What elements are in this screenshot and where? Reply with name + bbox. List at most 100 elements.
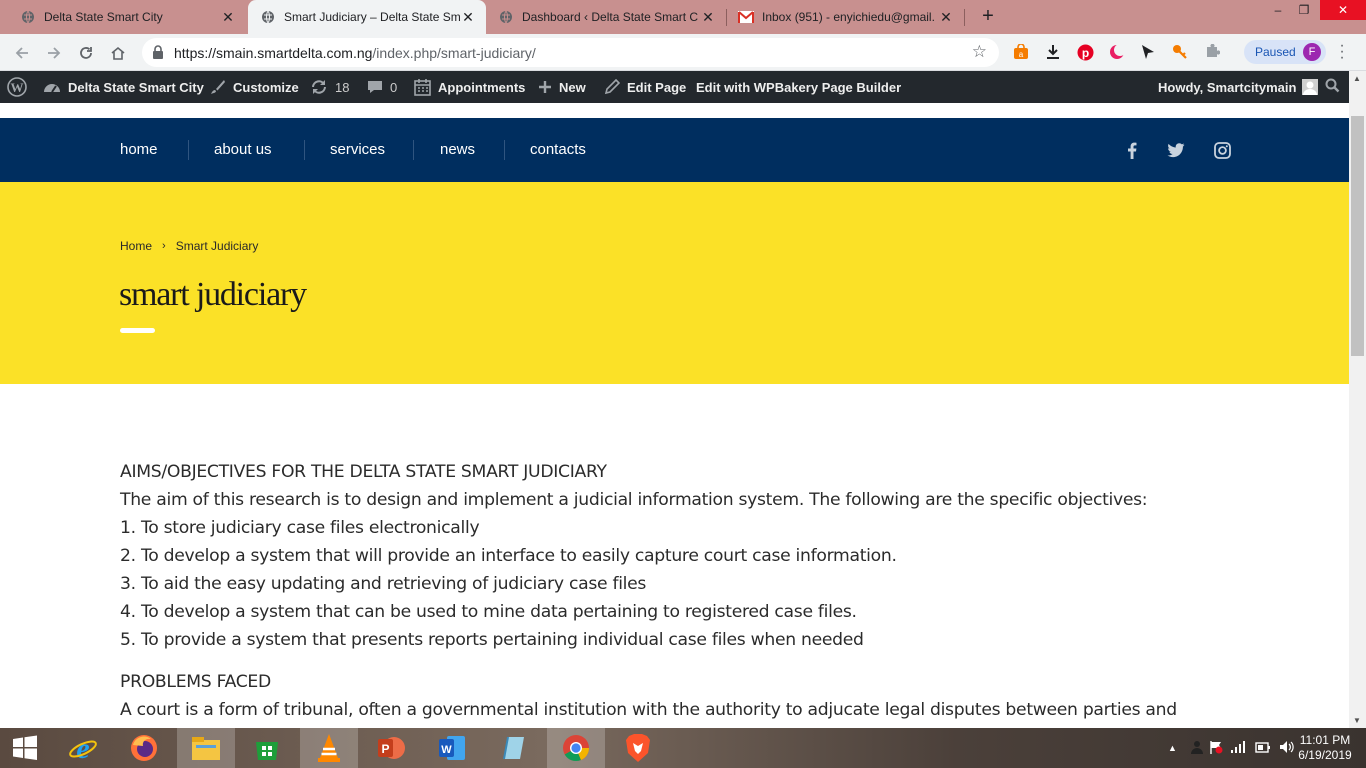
dashboard-gauge-icon (43, 79, 61, 95)
globe-icon (498, 9, 514, 25)
forward-button[interactable] (43, 42, 65, 64)
nav-services[interactable]: services (330, 118, 385, 182)
arrow-right-icon (48, 47, 61, 59)
instagram-icon[interactable] (1212, 140, 1232, 160)
site-name-menu[interactable]: Delta State Smart City (43, 71, 204, 103)
more-menu-icon[interactable]: · · · (1337, 38, 1347, 66)
updates-link[interactable]: 18 (310, 71, 349, 103)
title-underline (120, 328, 155, 333)
user-avatar (1302, 79, 1319, 95)
windows-taskbar: e P W ▲ 11:01 PM 6/19/2019 (0, 728, 1366, 768)
flag-notification-icon[interactable] (1209, 740, 1223, 757)
close-tab-icon[interactable]: ✕ (460, 9, 476, 26)
tab-dashboard[interactable]: Dashboard ‹ Delta State Smart C ✕ (486, 0, 726, 34)
taskbar-file-explorer-icon[interactable] (177, 728, 235, 768)
customize-link[interactable]: Customize (210, 71, 299, 103)
address-bar[interactable]: https://smain.smartdelta.com.ng/index.ph… (142, 38, 999, 67)
reload-icon (80, 47, 92, 59)
tab-delta-state-smart-city[interactable]: Delta State Smart City ✕ (0, 0, 246, 34)
lock-icon[interactable] (152, 45, 164, 64)
nav-contacts[interactable]: contacts (530, 118, 586, 182)
taskbar-store-icon[interactable] (238, 728, 296, 768)
nav-divider (413, 140, 414, 160)
breadcrumb-home-link[interactable]: Home (120, 239, 152, 253)
bookmark-star-icon[interactable]: ☆ (972, 42, 987, 62)
vertical-scrollbar[interactable]: ▲ ▼ (1349, 71, 1366, 728)
comments-link[interactable]: 0 (367, 71, 397, 103)
tab-gmail-inbox[interactable]: Inbox (951) - enyichiedu@gmail. ✕ (726, 0, 964, 34)
taskbar-firefox-icon[interactable] (115, 728, 173, 768)
taskbar-powerpoint-icon[interactable]: P (362, 728, 420, 768)
problems-heading: PROBLEMS FACED (120, 672, 271, 692)
svg-text:p: p (1081, 46, 1088, 60)
svg-text:P: P (381, 742, 389, 756)
edit-page-label: Edit Page (627, 79, 687, 95)
scrollbar-thumb[interactable] (1351, 116, 1364, 356)
facebook-icon[interactable] (1122, 140, 1142, 160)
svg-text:W: W (11, 80, 24, 95)
new-content-menu[interactable]: New (538, 71, 586, 103)
dark-mode-extension-icon[interactable] (1108, 43, 1126, 61)
profile-avatar: F (1303, 43, 1321, 61)
search-icon (1325, 78, 1340, 96)
twitter-icon[interactable] (1166, 140, 1186, 160)
site-name-label: Delta State Smart City (68, 79, 204, 95)
show-hidden-icons-icon[interactable]: ▲ (1168, 743, 1177, 753)
arrow-left-icon (15, 47, 28, 59)
tab-smart-judiciary[interactable]: Smart Judiciary – Delta State Sma ✕ (248, 0, 486, 34)
minimize-button[interactable]: – (1266, 0, 1290, 20)
scroll-up-arrow-icon[interactable]: ▲ (1353, 74, 1361, 83)
new-tab-button[interactable]: + (976, 5, 1000, 29)
back-button[interactable] (11, 42, 33, 64)
breadcrumb: Home › Smart Judiciary (120, 239, 258, 253)
nav-home[interactable]: home (120, 118, 158, 182)
start-button[interactable] (0, 728, 50, 768)
taskbar-vlc-icon[interactable] (300, 728, 358, 768)
url-path: /index.php/smart-judiciary/ (372, 45, 536, 61)
page-header-banner: Home › Smart Judiciary smart judiciary (0, 182, 1349, 384)
svg-text:W: W (441, 744, 452, 756)
people-icon[interactable] (1190, 740, 1203, 757)
objective-item: 2. To develop a system that will provide… (120, 546, 897, 566)
site-navigation: home about us services news contacts (0, 118, 1349, 182)
reload-button[interactable] (75, 42, 97, 64)
nav-about-us[interactable]: about us (214, 118, 272, 182)
network-signal-icon[interactable] (1230, 740, 1247, 756)
edit-page-link[interactable]: Edit Page (604, 71, 686, 103)
restore-button[interactable]: ❐ (1292, 0, 1316, 20)
puzzle-extension-icon[interactable] (1203, 43, 1221, 61)
taskbar-clock[interactable]: 11:01 PM 6/19/2019 (1290, 733, 1360, 763)
close-tab-icon[interactable]: ✕ (220, 9, 236, 26)
close-tab-icon[interactable]: ✕ (938, 9, 954, 26)
shopping-bag-extension-icon[interactable]: a (1012, 43, 1030, 61)
home-icon (111, 46, 125, 60)
download-extension-icon[interactable] (1044, 43, 1062, 61)
taskbar-brave-icon[interactable] (609, 728, 667, 768)
nav-divider (188, 140, 189, 160)
close-window-button[interactable]: ✕ (1320, 0, 1366, 20)
key-extension-icon[interactable] (1171, 43, 1189, 61)
admin-search-button[interactable] (1325, 71, 1340, 103)
nav-news[interactable]: news (440, 118, 475, 182)
calendar-icon (414, 78, 431, 96)
appointments-menu[interactable]: Appointments (414, 71, 525, 103)
account-menu[interactable]: Howdy, Smartcitymain (1158, 71, 1319, 103)
close-tab-icon[interactable]: ✕ (700, 9, 716, 26)
battery-icon[interactable] (1255, 740, 1271, 757)
globe-icon (20, 9, 36, 25)
cursor-extension-icon[interactable] (1139, 43, 1157, 61)
wpbakery-edit-link[interactable]: Edit with WPBakery Page Builder (696, 71, 901, 103)
tab-title: Dashboard ‹ Delta State Smart C (522, 10, 699, 24)
wordpress-logo-button[interactable]: W (7, 71, 34, 103)
wp-admin-bar: W Delta State Smart City Customize 18 0 … (0, 71, 1352, 103)
svg-text:e: e (76, 733, 89, 763)
taskbar-ie-icon[interactable]: e (54, 728, 112, 768)
taskbar-word-icon[interactable]: W (423, 728, 481, 768)
profile-button[interactable]: Paused F (1244, 40, 1326, 64)
taskbar-chrome-icon[interactable] (547, 728, 605, 768)
scroll-down-arrow-icon[interactable]: ▼ (1353, 716, 1361, 725)
pinterest-icon[interactable]: p (1076, 43, 1094, 61)
taskbar-notepad-icon[interactable] (485, 728, 543, 768)
home-button[interactable] (107, 42, 129, 64)
plus-icon (538, 80, 552, 94)
